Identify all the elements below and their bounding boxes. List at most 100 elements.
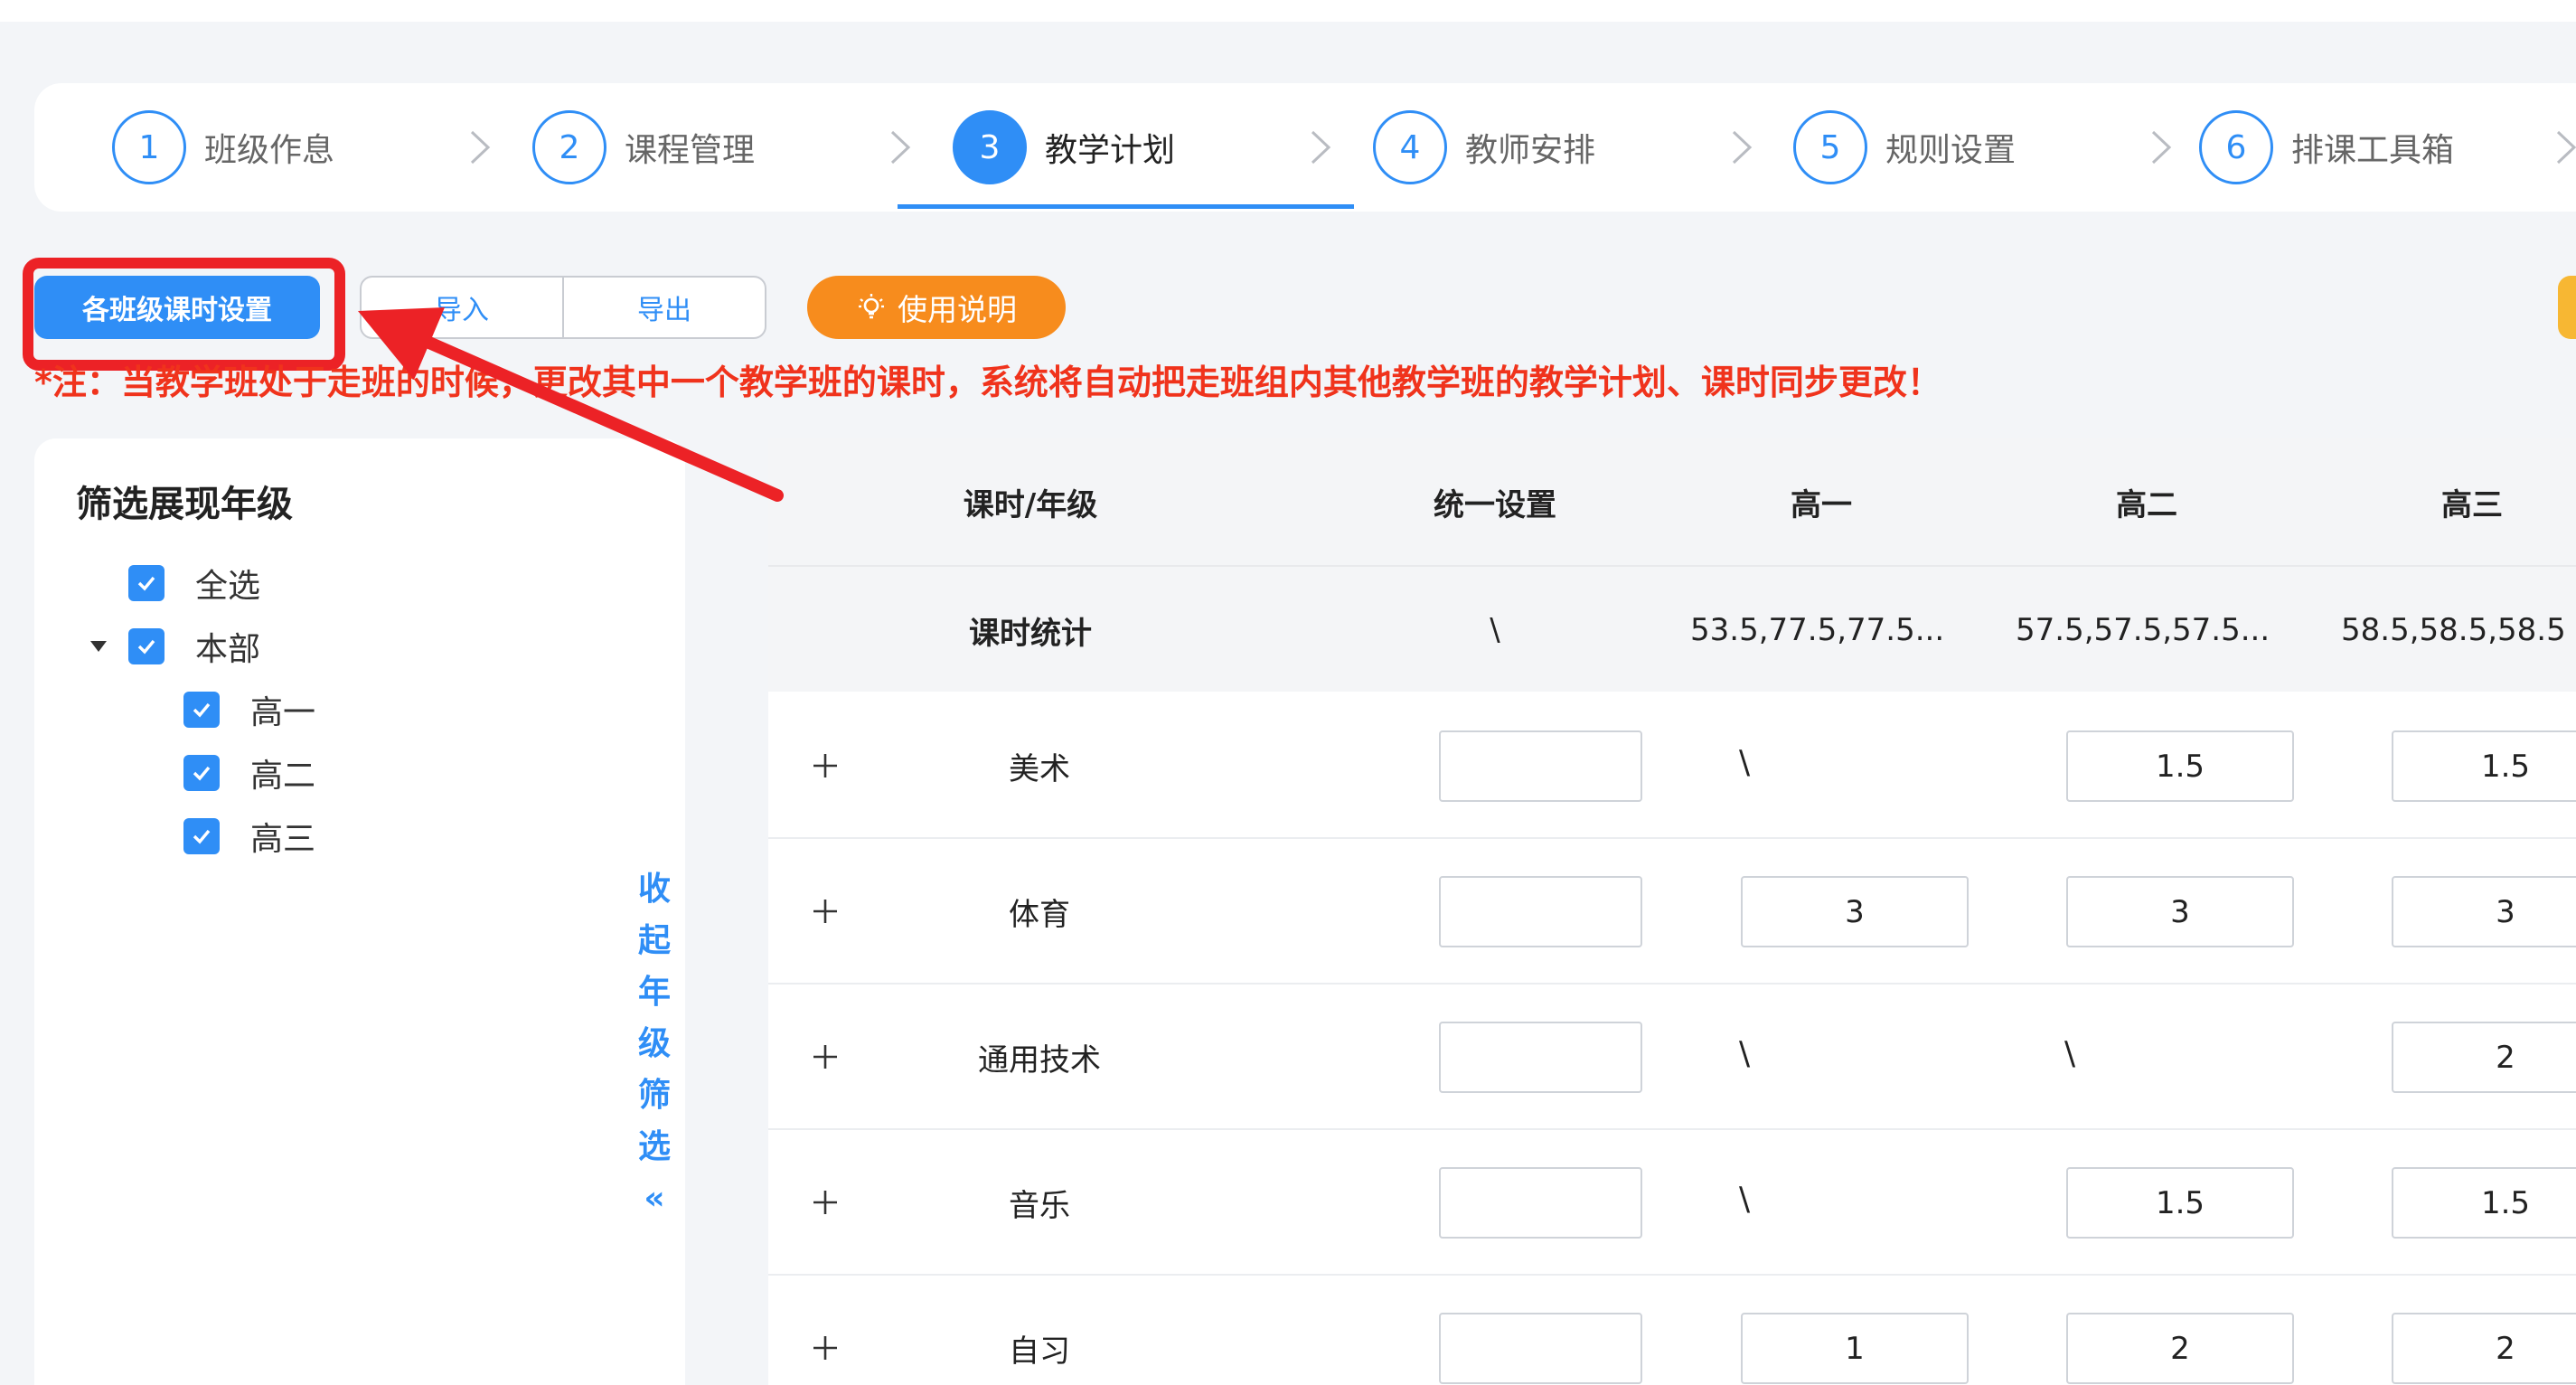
column-header: 课时/年级 [963, 486, 1098, 523]
subject-name: 音乐 [1009, 1188, 1070, 1224]
stats-label: 课时统计 [969, 615, 1092, 652]
step-1[interactable]: 1 班级作息 [112, 110, 334, 184]
step-number: 2 [532, 110, 606, 184]
unified-hours-input[interactable] [1439, 1313, 1642, 1384]
unified-hours-input[interactable] [1439, 876, 1642, 947]
grade-2-hours-input[interactable]: 1.5 [2066, 1167, 2294, 1239]
table-header-row: 课时/年级 统一设置 高一 高二 高三 [768, 438, 2576, 565]
teaching-plan-table: 课时/年级 统一设置 高一 高二 高三 课时统计 \ 53.5,77.5,77.… [768, 438, 2576, 1385]
table-row: 通用技术 \ \ 2 [768, 985, 2576, 1130]
step-label: 排课工具箱 [2291, 132, 2455, 169]
step-label: 班级作息 [204, 132, 335, 169]
subject-name: 体育 [1009, 897, 1070, 933]
grade-1-hours: \ [1739, 1181, 1751, 1218]
collapse-char: 起 [637, 922, 671, 959]
stats-grade-2: 57.5,57.5,57.5... [2016, 612, 2270, 648]
chevron-right-icon [1300, 127, 1341, 168]
unified-hours-input[interactable] [1439, 1022, 1642, 1093]
grade-2-hours: \ [2064, 1035, 2076, 1072]
table-row: 美术 \ 1.5 1.5 [768, 693, 2576, 839]
step-label: 规则设置 [1885, 132, 2017, 169]
side-tab[interactable] [2558, 276, 2576, 339]
table-row: 音乐 \ 1.5 1.5 [768, 1130, 2576, 1276]
filter-item-grade-2[interactable]: 高二 [183, 752, 316, 795]
table-row: 体育 3 3 3 [768, 839, 2576, 985]
sync-notice: *注：当教学班处于走班的时候，更改其中一个教学班的课时，系统将自动把走班组内其他… [34, 363, 1941, 402]
subject-name: 通用技术 [978, 1042, 1101, 1079]
chevron-right-icon [879, 127, 921, 168]
double-chevron-left-icon: « [644, 1180, 665, 1217]
column-header: 高二 [2116, 486, 2177, 523]
collapse-char: 筛 [637, 1077, 671, 1114]
grade-3-hours-input[interactable]: 1.5 [2392, 1167, 2576, 1239]
collapse-grade-filter-button[interactable]: 收 起 年 级 筛 选 « [633, 863, 676, 1217]
grade-2-hours-input[interactable]: 1.5 [2066, 730, 2294, 802]
step-navigation: 1 班级作息 2 课程管理 3 教学计划 4 教师安排 5 规则设置 6 排课工… [34, 83, 2576, 212]
collapse-char: 级 [637, 1025, 671, 1062]
expand-plus-icon[interactable] [808, 1331, 842, 1365]
grade-3-hours-input[interactable]: 1.5 [2392, 730, 2576, 802]
step-4[interactable]: 4 教师安排 [1373, 110, 1595, 184]
column-header: 高一 [1791, 486, 1852, 523]
filter-item-campus[interactable]: 本部 [89, 626, 261, 668]
filter-item-label: 高二 [250, 758, 316, 795]
checkbox-checked-icon[interactable] [183, 692, 220, 728]
grade-3-hours-input[interactable]: 3 [2392, 876, 2576, 947]
filter-item-select-all[interactable]: 全选 [128, 562, 261, 605]
subject-name: 自习 [1009, 1333, 1070, 1370]
checkbox-checked-icon[interactable] [128, 628, 165, 664]
grade-1-hours-input[interactable]: 1 [1741, 1313, 1969, 1384]
grade-3-hours-input[interactable]: 2 [2392, 1313, 2576, 1384]
step-label: 课程管理 [625, 132, 756, 169]
step-label: 教师安排 [1465, 132, 1596, 169]
lightbulb-icon [856, 292, 887, 323]
grade-1-hours-input[interactable]: 3 [1741, 876, 1969, 947]
chevron-right-icon [2545, 127, 2576, 168]
expand-plus-icon[interactable] [808, 1040, 842, 1074]
grade-2-hours-input[interactable]: 3 [2066, 876, 2294, 947]
unified-hours-input[interactable] [1439, 730, 1642, 802]
checkbox-checked-icon[interactable] [183, 818, 220, 854]
step-number: 6 [2199, 110, 2273, 184]
unified-hours-input[interactable] [1439, 1167, 1642, 1239]
grade-2-hours-input[interactable]: 2 [2066, 1313, 2294, 1384]
grade-1-hours: \ [1739, 744, 1751, 781]
collapse-char: 年 [637, 974, 671, 1011]
chevron-right-icon [459, 127, 501, 168]
stats-grade-1: 53.5,77.5,77.5... [1690, 612, 1945, 648]
active-step-underline [898, 204, 1354, 209]
top-strip [0, 0, 2576, 22]
checkbox-checked-icon[interactable] [128, 565, 165, 601]
checkbox-checked-icon[interactable] [183, 755, 220, 791]
step-label: 教学计划 [1045, 132, 1176, 169]
step-number: 3 [953, 110, 1027, 184]
help-button[interactable]: 使用说明 [807, 276, 1066, 339]
step-3[interactable]: 3 教学计划 [953, 110, 1175, 184]
step-5[interactable]: 5 规则设置 [1793, 110, 2016, 184]
export-button[interactable]: 导出 [562, 278, 765, 337]
step-6[interactable]: 6 排课工具箱 [2199, 110, 2454, 184]
chevron-right-icon [1721, 127, 1763, 168]
filter-item-grade-3[interactable]: 高三 [183, 815, 315, 858]
filter-item-label: 全选 [195, 568, 261, 605]
expand-plus-icon[interactable] [808, 749, 842, 783]
caret-down-icon[interactable] [89, 626, 108, 667]
filter-item-label: 高一 [250, 694, 316, 731]
filter-title: 筛选展现年级 [76, 484, 293, 525]
step-2[interactable]: 2 课程管理 [532, 110, 755, 184]
table-row: 自习 1 2 2 [768, 1276, 2576, 1385]
step-number: 1 [112, 110, 186, 184]
subject-name: 美术 [1009, 751, 1070, 787]
import-button[interactable]: 导入 [362, 278, 562, 337]
expand-plus-icon[interactable] [808, 894, 842, 928]
collapse-char: 选 [637, 1128, 671, 1165]
stats-grade-3: 58.5,58.5,58.5 [2341, 612, 2566, 648]
grade-3-hours-input[interactable]: 2 [2392, 1022, 2576, 1093]
expand-plus-icon[interactable] [808, 1185, 842, 1220]
hours-stats-row: 课时统计 \ 53.5,77.5,77.5... 57.5,57.5,57.5.… [768, 565, 2576, 692]
grade-filter-panel: 筛选展现年级 全选 本部 高一 高二 高三 收 起 年 级 筛 选 « [34, 438, 685, 1385]
step-number: 4 [1373, 110, 1447, 184]
filter-item-label: 本部 [195, 631, 261, 668]
stats-unified: \ [1490, 612, 1500, 648]
filter-item-grade-1[interactable]: 高一 [183, 689, 316, 731]
